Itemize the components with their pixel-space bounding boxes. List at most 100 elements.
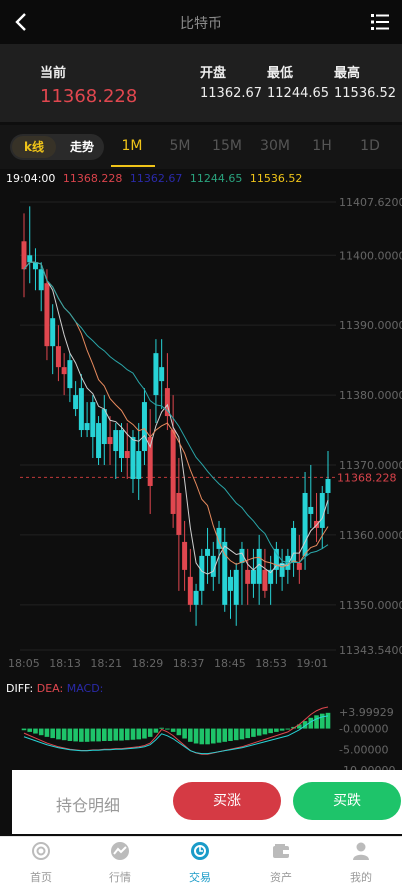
candle-body: [153, 353, 159, 396]
candle-body: [159, 367, 165, 382]
macd-histogram-bar: [136, 728, 142, 740]
candle-body: [136, 451, 142, 479]
candle-time: 19:04:00: [6, 172, 56, 185]
candle-body: [205, 548, 211, 556]
y-axis-tick-label: 11407.6200: [339, 196, 402, 209]
candle-body: [90, 402, 96, 438]
macd-histogram-bar: [251, 728, 256, 737]
candle-body: [50, 318, 56, 347]
high-value: 11536.52: [334, 86, 397, 101]
macd-histogram-bar: [325, 712, 331, 729]
candle-body: [308, 506, 314, 514]
current-price-label: 11368.228: [337, 471, 397, 484]
nav-market[interactable]: 行情: [90, 841, 150, 885]
macd-histogram-bar: [319, 713, 325, 729]
timeframe-30m[interactable]: 30M: [255, 138, 295, 154]
candle-body: [78, 388, 84, 431]
candle-body: [199, 555, 205, 591]
page-title: 比特币: [180, 16, 222, 32]
candle-body: [193, 590, 199, 605]
y-axis-tick-label: 11380.0000: [339, 389, 402, 402]
candle-info-v4: 11536.52: [249, 172, 303, 185]
top-bar: 比特币: [0, 0, 402, 44]
y-axis-tick-label: 11360.0000: [339, 529, 402, 542]
nav-trade[interactable]: 交易: [170, 841, 230, 885]
x-axis-tick-label: 18:21: [90, 657, 122, 670]
candle-body: [296, 562, 302, 570]
candle-body: [176, 492, 182, 535]
macd-histogram-bar: [159, 727, 164, 729]
macd-histogram-bar: [245, 728, 250, 739]
macd-histogram-bar: [61, 728, 67, 741]
macd-histogram-bar: [205, 728, 210, 745]
timeframe-1d[interactable]: 1D: [350, 138, 390, 154]
nav-home[interactable]: 首页: [11, 841, 71, 885]
macd-histogram-bar: [84, 728, 90, 742]
open-label: 开盘: [200, 66, 227, 81]
x-axis-tick-label: 18:05: [8, 657, 40, 670]
candle-body: [113, 430, 119, 452]
macd-histogram-bar: [274, 728, 279, 732]
macd-legend: DIFF: DEA: MACD:: [6, 682, 103, 695]
market-icon: [111, 842, 129, 860]
timeframe-1m[interactable]: 1M: [112, 138, 152, 154]
tab-trend[interactable]: 走势: [62, 136, 102, 158]
macd-histogram-bar: [239, 728, 245, 740]
timeframe-15m[interactable]: 15M: [207, 138, 247, 154]
high-label: 最高: [334, 66, 361, 81]
macd-histogram-bar: [188, 728, 193, 742]
tab-kline[interactable]: k线: [12, 136, 56, 158]
macd-histogram-bar: [27, 728, 33, 732]
candle-body: [262, 569, 268, 591]
candle-body: [250, 569, 256, 584]
nav-assets[interactable]: 资产: [251, 841, 311, 885]
macd-histogram-bar: [199, 728, 205, 745]
candle-info-v3: 11244.65: [189, 172, 243, 185]
x-axis-tick-label: 19:01: [296, 657, 328, 670]
candle-body: [319, 492, 325, 528]
macd-histogram-bar: [170, 728, 176, 732]
timeframe-1h[interactable]: 1H: [302, 138, 342, 154]
candle-body: [187, 576, 193, 605]
x-axis-tick-label: 18:13: [49, 657, 81, 670]
macd-dea-label: DEA:: [36, 682, 64, 695]
macd-histogram-bar: [228, 728, 233, 741]
candle-body: [96, 423, 102, 459]
candle-body: [84, 423, 90, 431]
chart-tabs: k线 走势 1M 5M 15M 30M 1H 1D: [0, 125, 402, 169]
candle-body: [73, 395, 79, 410]
x-axis-tick-label: 18:45: [214, 657, 246, 670]
macd-histogram-bar: [210, 728, 216, 744]
macd-histogram-bar: [147, 728, 153, 737]
buy-up-button[interactable]: 买涨: [173, 782, 281, 820]
current-label: 当前: [40, 66, 67, 81]
nav-trade-label: 交易: [189, 871, 211, 884]
macd-histogram-bar: [33, 728, 38, 734]
macd-histogram-bar: [130, 728, 136, 740]
macd-histogram-bar: [176, 728, 182, 736]
timeframe-5m[interactable]: 5M: [160, 138, 200, 154]
macd-histogram-bar: [102, 728, 107, 741]
macd-histogram-bar: [79, 728, 84, 742]
candle-body: [130, 437, 136, 479]
macd-histogram-bar: [50, 728, 55, 739]
y-axis-tick-label: 11350.0000: [339, 599, 402, 612]
candle-info-v2: 11362.67: [129, 172, 183, 185]
nav-me-label: 我的: [350, 871, 372, 884]
nav-me[interactable]: 我的: [331, 841, 391, 885]
macd-histogram-bar: [222, 728, 228, 742]
position-details-link[interactable]: 持仓明细: [56, 792, 120, 816]
nav-home-label: 首页: [30, 871, 52, 884]
candle-body: [101, 409, 107, 445]
candle-body: [182, 541, 188, 570]
buy-down-button[interactable]: 买跌: [293, 782, 401, 820]
bottom-nav: 首页 行情 交易 资产 我的: [0, 836, 402, 886]
list-menu-icon[interactable]: [370, 12, 390, 32]
x-axis-tick-label: 18:29: [132, 657, 164, 670]
macd-histogram-bar: [279, 728, 285, 731]
macd-y-axis-label: -5.00000: [339, 743, 388, 756]
candle-body: [141, 402, 147, 452]
candle-body: [273, 548, 279, 570]
candle-body: [170, 430, 176, 514]
macd-histogram-bar: [153, 728, 159, 733]
